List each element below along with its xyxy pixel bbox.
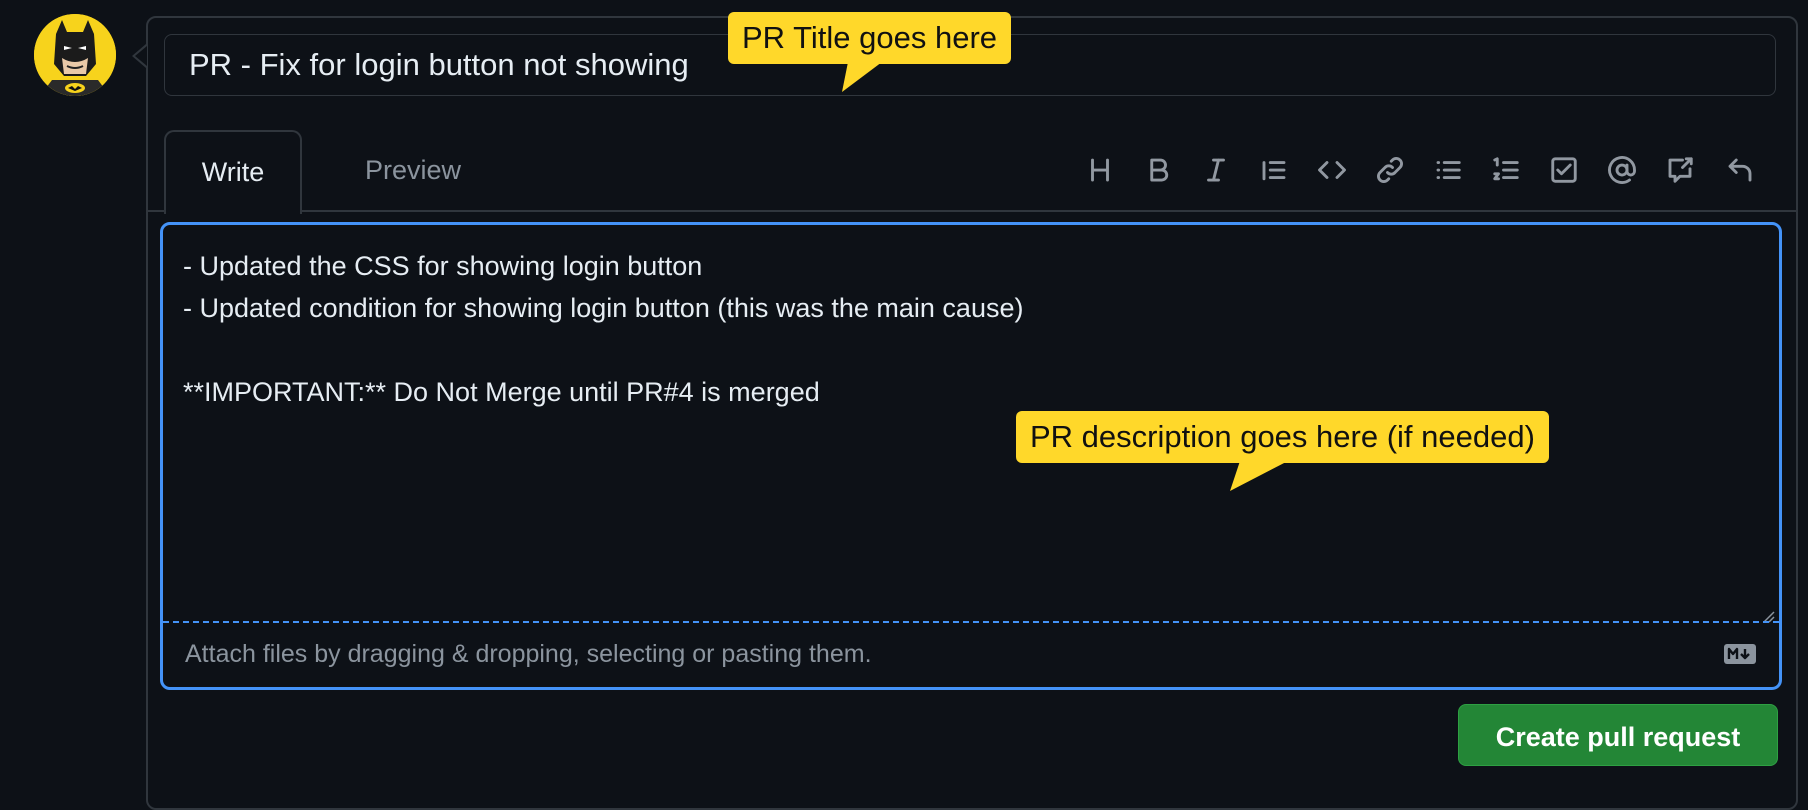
heading-icon[interactable] xyxy=(1080,148,1120,192)
attach-files-text: Attach files by dragging & dropping, sel… xyxy=(185,640,872,668)
panel-caret-inner xyxy=(135,46,147,66)
create-pull-request-button[interactable]: Create pull request xyxy=(1458,704,1778,766)
markdown-icon[interactable] xyxy=(1723,643,1757,665)
description-line xyxy=(183,329,1759,371)
title-callout-pointer xyxy=(842,62,882,92)
code-icon[interactable] xyxy=(1312,148,1352,192)
undo-icon[interactable] xyxy=(1720,148,1760,192)
description-callout-pointer xyxy=(1230,461,1288,491)
bulleted-list-icon[interactable] xyxy=(1428,148,1468,192)
italic-icon[interactable] xyxy=(1196,148,1236,192)
quote-icon[interactable] xyxy=(1254,148,1294,192)
task-list-icon[interactable] xyxy=(1544,148,1584,192)
description-callout: PR description goes here (if needed) xyxy=(1016,411,1549,463)
batman-avatar-icon xyxy=(34,14,116,96)
description-line: - Updated condition for showing login bu… xyxy=(183,293,1024,323)
mention-icon[interactable] xyxy=(1602,148,1642,192)
description-line: **IMPORTANT:** Do Not Merge until PR#4 i… xyxy=(183,377,820,407)
reference-icon[interactable] xyxy=(1660,148,1700,192)
avatar[interactable] xyxy=(34,14,116,96)
tab-preview[interactable]: Preview xyxy=(318,130,508,210)
description-line: - Updated the CSS for showing login butt… xyxy=(183,251,703,281)
title-callout: PR Title goes here xyxy=(728,12,1012,64)
bold-icon[interactable] xyxy=(1138,148,1178,192)
attach-files-bar[interactable]: Attach files by dragging & dropping, sel… xyxy=(163,621,1779,687)
link-icon[interactable] xyxy=(1370,148,1410,192)
tab-write[interactable]: Write xyxy=(164,130,302,214)
numbered-list-icon[interactable] xyxy=(1486,148,1526,192)
